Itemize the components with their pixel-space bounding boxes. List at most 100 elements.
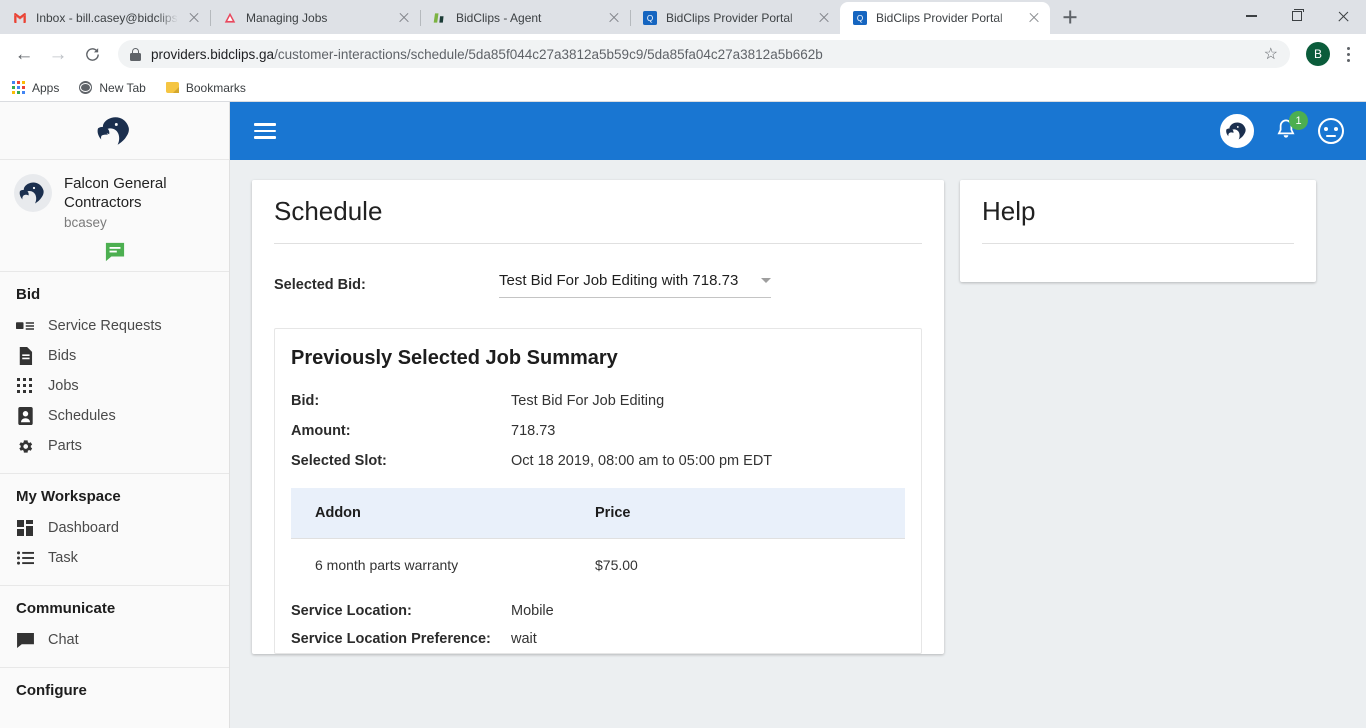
selected-bid-dropdown[interactable]: Test Bid For Job Editing with 718.73	[499, 272, 771, 298]
contact-card-icon	[16, 407, 34, 426]
bookmark-apps[interactable]: Apps	[12, 81, 59, 95]
back-button[interactable]: ←	[8, 38, 40, 70]
app-header-bar: 1	[230, 102, 1366, 160]
browser-tab[interactable]: Inbox - bill.casey@bidclips.com	[0, 2, 210, 34]
page-scroll-area: Schedule Selected Bid: Test Bid For Job …	[230, 160, 1366, 728]
list-icon	[16, 549, 34, 567]
field-value: Oct 18 2019, 08:00 am to 05:00 pm EDT	[511, 453, 773, 469]
tab-close-icon[interactable]	[1026, 10, 1042, 26]
apps-grid-icon	[12, 81, 25, 94]
sidebar: Falcon General Contractors bcasey Bid Se…	[0, 102, 230, 728]
chat-icon	[16, 631, 34, 649]
column-header-addon: Addon	[291, 488, 595, 539]
account-face-icon[interactable]	[1318, 118, 1344, 144]
reload-icon	[85, 47, 99, 61]
forward-button[interactable]: →	[42, 38, 74, 70]
tab-title: BidClips Provider Portal	[876, 11, 1003, 25]
selected-bid-label: Selected Bid:	[274, 277, 366, 293]
minimize-icon	[1245, 15, 1257, 17]
bidclips-green-icon	[432, 10, 448, 26]
falcon-avatar-icon	[1226, 122, 1246, 140]
sidebar-item-label: Jobs	[48, 378, 79, 395]
close-window-button[interactable]	[1320, 0, 1366, 32]
svg-text:Q: Q	[857, 14, 863, 23]
browser-tab[interactable]: Managing Jobs	[210, 2, 420, 34]
sidebar-brand[interactable]	[0, 102, 229, 160]
sidebar-item-label: Parts	[48, 438, 82, 455]
bidclips-blue-icon: Q	[642, 10, 658, 26]
bookmark-bookmarks-folder[interactable]: Bookmarks	[165, 81, 246, 95]
tab-close-icon[interactable]	[606, 10, 622, 26]
selected-bid-row: Selected Bid: Test Bid For Job Editing w…	[252, 244, 944, 328]
service-request-icon	[16, 317, 34, 335]
summary-field-bid: Bid: Test Bid For Job Editing	[275, 386, 921, 416]
reload-button[interactable]	[76, 38, 108, 70]
notifications-button[interactable]: 1	[1274, 111, 1308, 144]
summary-field-selected-slot: Selected Slot: Oct 18 2019, 08:00 am to …	[275, 446, 921, 476]
sidebar-item-schedules[interactable]: Schedules	[0, 401, 229, 431]
url-text: providers.bidclips.ga/customer-interacti…	[151, 47, 823, 62]
address-bar[interactable]: providers.bidclips.ga/customer-interacti…	[118, 40, 1290, 68]
tab-close-icon[interactable]	[816, 10, 832, 26]
minimize-button[interactable]	[1228, 0, 1274, 32]
hamburger-menu-icon[interactable]	[254, 123, 276, 139]
username: bcasey	[64, 215, 107, 231]
red-triangle-icon	[222, 10, 238, 26]
field-label: Service Location Preference:	[291, 631, 491, 647]
notification-badge: 1	[1289, 111, 1308, 130]
bookmark-star-icon[interactable]: ☆	[1264, 44, 1278, 64]
gear-icon	[16, 437, 34, 455]
cell-price: $75.00	[595, 557, 638, 573]
field-value: 718.73	[511, 423, 556, 439]
avatar	[14, 174, 52, 212]
profile-avatar[interactable]: B	[1306, 42, 1330, 66]
globe-icon	[79, 81, 93, 94]
sidebar-item-bids[interactable]: Bids	[0, 341, 229, 371]
field-label: Bid:	[291, 393, 320, 409]
back-arrow-icon: ←	[14, 43, 34, 65]
help-column: Help	[960, 180, 1316, 282]
job-summary-card: Previously Selected Job Summary Bid: Tes…	[274, 328, 922, 654]
forward-arrow-icon: →	[48, 43, 68, 65]
falcon-avatar-icon	[19, 182, 44, 204]
tab-close-icon[interactable]	[186, 10, 202, 26]
header-avatar[interactable]	[1220, 114, 1254, 148]
nav-group-communicate: Communicate Chat	[0, 586, 229, 669]
chevron-down-icon	[761, 278, 771, 283]
field-value: Test Bid For Job Editing	[511, 393, 665, 409]
folder-icon	[165, 82, 179, 93]
nav-group-title: Communicate	[16, 600, 116, 618]
bookmarks-bar: Apps New Tab Bookmarks	[0, 74, 1366, 102]
sidebar-profile: Falcon General Contractors bcasey	[0, 160, 229, 273]
sidebar-item-parts[interactable]: Parts	[0, 431, 229, 461]
chat-bubble-icon[interactable]	[104, 242, 126, 262]
main-content: 1 Schedule Selected Bid: Test Bid For Jo…	[230, 102, 1366, 728]
nav-group-title: My Workspace	[16, 488, 121, 506]
sidebar-item-label: Service Requests	[48, 318, 162, 335]
sidebar-item-task[interactable]: Task	[0, 543, 229, 573]
browser-toolbar: ← → providers.bidclips.ga/customer-inter…	[0, 34, 1366, 74]
tab-strip: Inbox - bill.casey@bidclips.com Managing…	[0, 0, 1366, 34]
field-value: Mobile	[511, 603, 554, 619]
tab-title: Inbox - bill.casey@bidclips.com	[36, 11, 178, 25]
sidebar-item-jobs[interactable]: Jobs	[0, 371, 229, 401]
window-controls	[1228, 0, 1366, 34]
browser-tab[interactable]: BidClips - Agent	[420, 2, 630, 34]
field-label: Amount:	[291, 423, 351, 439]
new-tab-button[interactable]	[1056, 3, 1084, 31]
browser-tab[interactable]: Q BidClips Provider Portal	[630, 2, 840, 34]
close-icon	[1337, 10, 1350, 23]
nav-group-my-workspace: My Workspace Dashboard Task	[0, 474, 229, 587]
sidebar-item-service-requests[interactable]: Service Requests	[0, 311, 229, 341]
cell-addon: 6 month parts warranty	[315, 557, 459, 573]
tab-close-icon[interactable]	[396, 10, 412, 26]
sidebar-item-dashboard[interactable]: Dashboard	[0, 513, 229, 543]
summary-field-service-location: Service Location: Mobile	[275, 597, 921, 625]
field-label: Selected Slot:	[291, 453, 387, 469]
maximize-button[interactable]	[1274, 0, 1320, 32]
maximize-icon	[1292, 9, 1304, 21]
browser-menu-icon[interactable]	[1338, 46, 1358, 62]
browser-tab-active[interactable]: Q BidClips Provider Portal	[840, 2, 1050, 34]
bookmark-new-tab[interactable]: New Tab	[79, 81, 146, 95]
sidebar-item-chat[interactable]: Chat	[0, 625, 229, 655]
